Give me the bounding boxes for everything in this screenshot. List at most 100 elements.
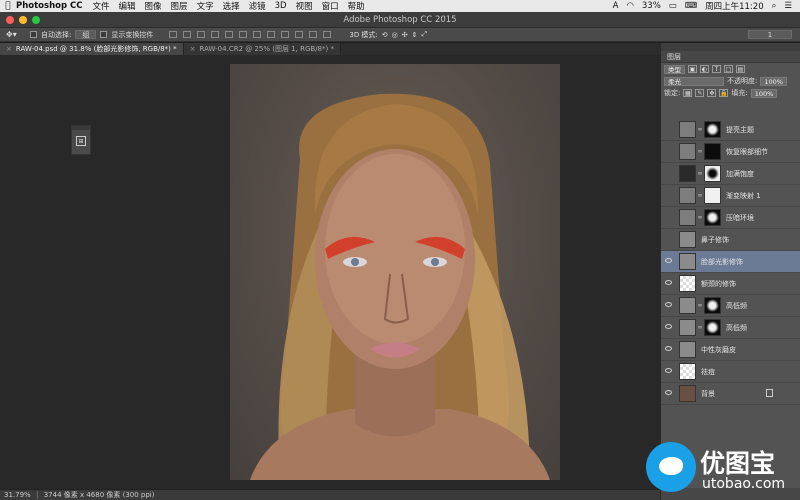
move-tool-preset-icon[interactable]: ✥▾ — [6, 30, 26, 40]
distribute-right-icon[interactable] — [323, 31, 332, 38]
layer-thumbnail[interactable] — [679, 121, 696, 138]
visibility-eye-icon[interactable] — [661, 346, 675, 353]
layer-name[interactable]: 脸部光影修饰 — [701, 257, 743, 267]
menu-file[interactable]: 文件 — [93, 0, 110, 12]
layer-thumbnail[interactable] — [679, 209, 696, 226]
layer-name[interactable]: 高低频 — [726, 301, 747, 311]
apple-icon[interactable]:  — [0, 1, 16, 11]
workspace-dropdown[interactable]: 1 — [748, 30, 792, 39]
mask-link-icon[interactable]: ∞ — [696, 302, 704, 309]
opacity-field[interactable]: 100% — [760, 76, 787, 86]
layer-mask-thumbnail[interactable] — [704, 121, 721, 138]
3d-orbit-icon[interactable]: ⟲ — [382, 31, 388, 39]
document-size-info[interactable]: 3744 像素 x 4680 像素 (300 ppi) — [44, 490, 155, 500]
layer-row[interactable]: 额颈的修饰 — [661, 273, 800, 295]
layer-name[interactable]: 恢复眼部细节 — [726, 147, 768, 157]
layer-mask-thumbnail[interactable] — [704, 319, 721, 336]
layer-thumbnail[interactable] — [679, 231, 696, 248]
panel-dock-header[interactable] — [661, 43, 800, 51]
layer-row[interactable]: 背景 — [661, 383, 800, 405]
3d-scale-icon[interactable]: ⤢ — [422, 30, 428, 39]
adobe-icon[interactable]: A — [613, 1, 619, 11]
menu-type[interactable]: 文字 — [197, 0, 214, 12]
layer-name[interactable]: 加满饱度 — [726, 169, 754, 179]
layer-row[interactable]: 脸部光影修饰 — [661, 251, 800, 273]
layer-name[interactable]: 提亮主题 — [726, 125, 754, 135]
layer-thumbnail[interactable] — [679, 165, 696, 182]
layer-thumbnail[interactable] — [679, 385, 696, 402]
layer-thumbnail[interactable] — [679, 187, 696, 204]
layer-thumbnail[interactable] — [679, 319, 696, 336]
tab-layers[interactable]: 图层 — [661, 51, 800, 63]
notification-list-icon[interactable]: ☰ — [784, 1, 792, 11]
document-image[interactable] — [230, 64, 560, 480]
layer-row[interactable]: 祛痘 — [661, 361, 800, 383]
layer-name[interactable]: 额颈的修饰 — [701, 279, 736, 289]
layer-name[interactable]: 背景 — [701, 389, 715, 399]
input-method-icon[interactable]: ⌨ — [685, 1, 697, 11]
spotlight-search-icon[interactable]: ⌕ — [772, 1, 777, 11]
layer-row[interactable]: ∞ 提亮主题 — [661, 119, 800, 141]
distribute-vcenter-icon[interactable] — [267, 31, 276, 38]
layer-mask-thumbnail[interactable] — [704, 165, 721, 182]
align-hcenter-icon[interactable] — [225, 31, 234, 38]
visibility-eye-icon[interactable] — [661, 368, 675, 375]
layer-thumbnail[interactable] — [679, 363, 696, 380]
menu-select[interactable]: 选择 — [223, 0, 240, 12]
3d-slide-icon[interactable]: ⇕ — [412, 31, 418, 39]
blend-mode-dropdown[interactable]: 柔光 — [664, 76, 724, 86]
filter-type-icon[interactable]: T — [712, 65, 721, 73]
close-tab-icon[interactable]: × — [190, 43, 196, 55]
canvas-area[interactable]: ⊞ — [0, 55, 660, 489]
show-transform-checkbox[interactable] — [100, 31, 108, 38]
auto-select-checkbox[interactable] — [30, 31, 37, 38]
layer-row[interactable]: 鼻子修饰 — [661, 229, 800, 251]
3d-pan-icon[interactable]: ✣ — [402, 31, 408, 39]
filter-adjustment-icon[interactable]: ◐ — [700, 65, 709, 73]
align-right-icon[interactable] — [239, 31, 248, 38]
layer-row[interactable]: ∞ 加满饱度 — [661, 163, 800, 185]
lock-all-icon[interactable]: 🔒 — [719, 89, 729, 97]
layer-thumbnail[interactable] — [679, 275, 696, 292]
3d-roll-icon[interactable]: ◎ — [392, 31, 398, 39]
properties-icon[interactable]: ⊞ — [76, 136, 86, 146]
visibility-eye-icon[interactable] — [661, 258, 675, 265]
filter-shape-icon[interactable]: □ — [724, 65, 733, 73]
layer-name[interactable]: 中性灰磨皮 — [701, 345, 736, 355]
battery-icon[interactable]: ▭ — [669, 1, 677, 11]
menu-image[interactable]: 图像 — [145, 0, 162, 12]
mask-link-icon[interactable]: ∞ — [696, 324, 704, 331]
menu-layer[interactable]: 图层 — [171, 0, 188, 12]
panel-grip[interactable] — [72, 126, 90, 130]
filter-pixel-icon[interactable]: ▣ — [688, 65, 697, 73]
layer-mask-thumbnail[interactable] — [704, 143, 721, 160]
align-vcenter-icon[interactable] — [183, 31, 192, 38]
align-left-icon[interactable] — [211, 31, 220, 38]
app-menu[interactable]: Photoshop CC — [16, 1, 83, 11]
menu-help[interactable]: 帮助 — [348, 0, 365, 12]
layer-name[interactable]: 渐变映射 1 — [726, 191, 761, 201]
menu-3d[interactable]: 3D — [275, 1, 287, 11]
menu-edit[interactable]: 编辑 — [119, 0, 136, 12]
lock-position-icon[interactable]: ✥ — [707, 89, 717, 97]
menu-view[interactable]: 视图 — [296, 0, 313, 12]
visibility-eye-icon[interactable] — [661, 324, 675, 331]
close-tab-icon[interactable]: × — [6, 43, 12, 55]
layer-row[interactable]: ∞ 高低频 — [661, 317, 800, 339]
collapsed-properties-panel[interactable]: ⊞ — [71, 125, 91, 155]
align-bottom-icon[interactable] — [197, 31, 206, 38]
layer-row[interactable]: ∞ 渐变映射 1 — [661, 185, 800, 207]
tab-raw-04-psd[interactable]: × RAW-04.psd @ 31.8% (脸部光影修饰, RGB/8*) * — [0, 43, 184, 55]
auto-select-dropdown[interactable]: 组 — [75, 30, 97, 39]
mask-link-icon[interactable]: ∞ — [696, 192, 704, 199]
layer-mask-thumbnail[interactable] — [704, 209, 721, 226]
layer-thumbnail[interactable] — [679, 143, 696, 160]
layer-name[interactable]: 高低频 — [726, 323, 747, 333]
visibility-eye-icon[interactable] — [661, 390, 675, 397]
filter-smart-object-icon[interactable]: ▤ — [736, 65, 745, 73]
distribute-left-icon[interactable] — [295, 31, 304, 38]
layer-row[interactable]: ∞ 高低频 — [661, 295, 800, 317]
layer-name[interactable]: 压暗环境 — [726, 213, 754, 223]
distribute-hcenter-icon[interactable] — [309, 31, 318, 38]
lock-pixels-icon[interactable]: ✎ — [695, 89, 705, 97]
